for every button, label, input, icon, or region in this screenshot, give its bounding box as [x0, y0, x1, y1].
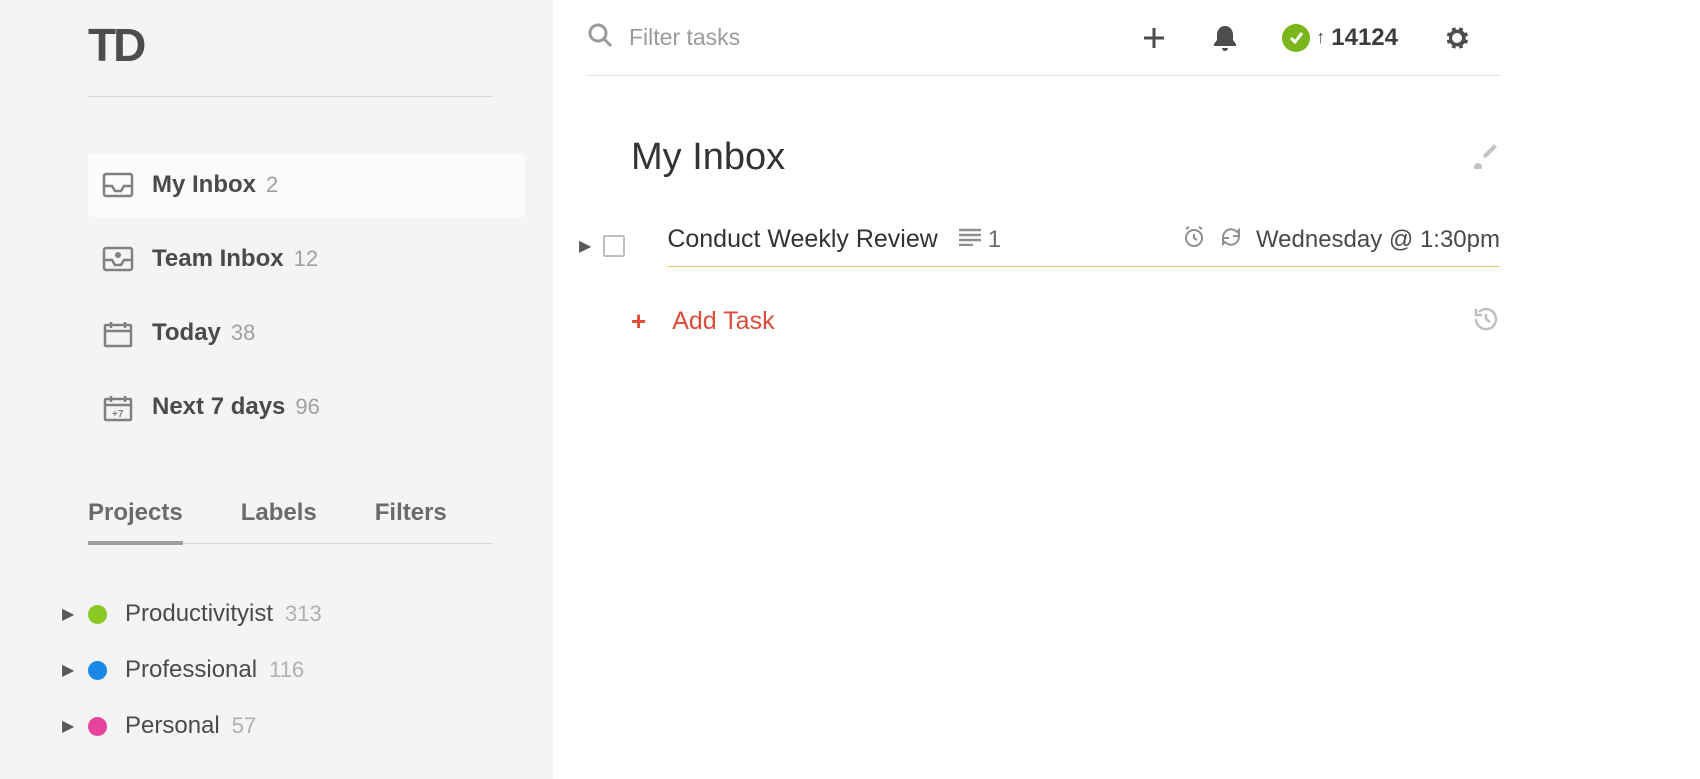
nav-label: Today [152, 319, 221, 347]
inbox-icon [102, 172, 134, 198]
sidebar-tabs: Projects Labels Filters [88, 491, 493, 544]
chevron-right-icon: ▶ [62, 604, 76, 624]
logo-row: TD [88, 18, 493, 97]
settings-gear-icon[interactable] [1442, 23, 1472, 53]
karma-badge-icon [1282, 24, 1310, 52]
plus-icon: + [631, 306, 646, 337]
task-meta: Wednesday @ 1:30pm [1182, 225, 1500, 254]
sidebar-item-next-7-days[interactable]: +7 Next 7 days 96 [88, 375, 525, 439]
project-label: Productivityist [125, 600, 273, 628]
alarm-clock-icon [1182, 225, 1206, 254]
main-area: ↑ 14124 My Inbox ▶ Conduct [553, 0, 1700, 779]
karma-arrow-up-icon: ↑ [1316, 27, 1325, 48]
notifications-icon[interactable] [1212, 24, 1238, 52]
search-input[interactable] [629, 24, 929, 51]
tab-labels[interactable]: Labels [241, 491, 317, 543]
topbar: ↑ 14124 [587, 0, 1500, 76]
team-inbox-icon [102, 246, 134, 272]
recurring-icon [1220, 226, 1242, 253]
add-task-label: Add Task [672, 307, 774, 336]
calendar-7-icon: +7 [102, 394, 134, 420]
project-count: 57 [232, 713, 256, 739]
task-row[interactable]: ▶ Conduct Weekly Review 1 [579, 213, 1500, 281]
history-icon[interactable] [1472, 305, 1500, 338]
projects-list: ▶ Productivityist 313 ▶ Professional 116… [88, 586, 525, 754]
comment-count: 1 [988, 226, 1001, 254]
sidebar-item-today[interactable]: Today 38 [88, 301, 525, 365]
task-checkbox[interactable] [603, 235, 625, 257]
task-title: Conduct Weekly Review [667, 225, 937, 254]
comment-lines-icon[interactable] [958, 228, 982, 251]
nav-label: My Inbox [152, 171, 256, 199]
project-count: 313 [285, 601, 322, 627]
sidebar-item-my-inbox[interactable]: My Inbox 2 [88, 153, 525, 217]
search-wrap [587, 22, 1140, 53]
tools-icon[interactable] [1472, 141, 1500, 174]
svg-text:+7: +7 [112, 409, 124, 420]
nav-count: 2 [266, 172, 278, 198]
add-task-icon[interactable] [1140, 24, 1168, 52]
tab-filters[interactable]: Filters [375, 491, 447, 543]
karma-number: 14124 [1331, 24, 1398, 52]
calendar-icon [102, 320, 134, 346]
nav-count: 12 [294, 246, 318, 272]
sidebar-item-team-inbox[interactable]: Team Inbox 12 [88, 227, 525, 291]
title-row: My Inbox [631, 136, 1500, 179]
chevron-right-icon[interactable]: ▶ [579, 236, 591, 256]
project-color-dot [88, 717, 107, 736]
project-color-dot [88, 605, 107, 624]
project-item-professional[interactable]: ▶ Professional 116 [62, 642, 525, 698]
project-color-dot [88, 661, 107, 680]
nav-label: Team Inbox [152, 245, 284, 273]
add-task-row[interactable]: + Add Task [631, 281, 1500, 362]
project-count: 116 [269, 657, 304, 683]
project-item-productivityist[interactable]: ▶ Productivityist 313 [62, 586, 525, 642]
nav-count: 38 [231, 320, 255, 346]
chevron-right-icon: ▶ [62, 716, 76, 736]
nav-label: Next 7 days [152, 393, 285, 421]
tab-projects[interactable]: Projects [88, 491, 183, 545]
content-area: My Inbox ▶ Conduct Weekly Review 1 [553, 76, 1700, 362]
karma-score[interactable]: ↑ 14124 [1282, 24, 1398, 52]
page-title: My Inbox [631, 136, 785, 179]
project-item-personal[interactable]: ▶ Personal 57 [62, 698, 525, 754]
nav-list: My Inbox 2 Team Inbox 12 [88, 153, 525, 439]
app-logo: TD [88, 19, 143, 71]
task-date: Wednesday @ 1:30pm [1256, 226, 1500, 254]
sidebar: TD My Inbox 2 [0, 0, 553, 779]
project-label: Personal [125, 712, 220, 740]
topbar-actions: ↑ 14124 [1140, 23, 1472, 53]
search-icon [587, 22, 613, 53]
chevron-right-icon: ▶ [62, 660, 76, 680]
nav-count: 96 [295, 394, 319, 420]
project-label: Professional [125, 656, 257, 684]
